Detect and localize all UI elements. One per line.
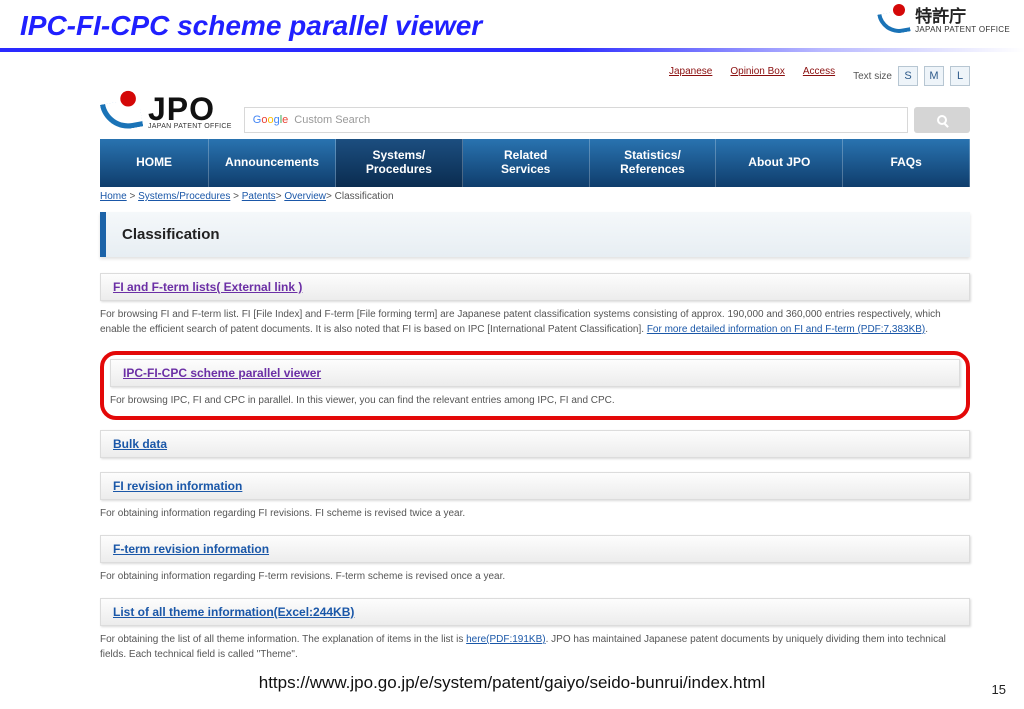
link-access[interactable]: Access [803,66,835,86]
org-name-en: JAPAN PATENT OFFICE [915,26,1010,34]
crumb-overview[interactable]: Overview [284,191,326,202]
slide-title: IPC-FI-CPC scheme parallel viewer [20,10,1024,42]
crumb-home[interactable]: Home [100,191,127,202]
section-fi-fterm-lists: FI and F-term lists( External link ) [100,273,970,301]
link-theme-list[interactable]: List of all theme information(Excel:244K… [113,605,354,619]
nav-related-services[interactable]: Related Services [463,139,590,187]
link-japanese[interactable]: Japanese [669,66,712,86]
link-theme-pdf[interactable]: here(PDF:191KB) [466,634,545,645]
search-input[interactable]: Google Custom Search [244,107,908,133]
desc-theme-list: For obtaining the list of all theme info… [100,632,970,662]
breadcrumb: Home > Systems/Procedures > Patents> Ove… [100,187,970,212]
slide-title-area: IPC-FI-CPC scheme parallel viewer [0,0,1024,42]
nav-faqs[interactable]: FAQs [843,139,970,187]
text-size-label: Text size [853,71,892,82]
search-placeholder: Custom Search [294,114,370,126]
section-parallel-viewer: IPC-FI-CPC scheme parallel viewer [110,359,960,387]
nav-systems-procedures[interactable]: Systems/ Procedures [336,139,463,187]
highlight-box: IPC-FI-CPC scheme parallel viewer For br… [100,351,970,420]
jpo-wordmark: JPO [148,94,232,124]
text-size-control: Text size S M L [853,66,970,86]
nav-home[interactable]: HOME [100,139,209,187]
crumb-systems[interactable]: Systems/Procedures [138,191,230,202]
site-screenshot: Japanese Opinion Box Access Text size S … [100,62,970,662]
link-opinion-box[interactable]: Opinion Box [730,66,784,86]
page-title: Classification [100,212,970,257]
jpo-logo-icon [877,6,907,36]
text-size-m[interactable]: M [924,66,944,86]
jpo-site-logo[interactable]: JPO JAPAN PATENT OFFICE [100,92,232,139]
search-icon [937,115,947,125]
site-utility-bar: Japanese Opinion Box Access Text size S … [100,62,970,92]
page-title-text: Classification [122,226,220,243]
site-header: JPO JAPAN PATENT OFFICE Google Custom Se… [100,92,970,139]
page-number: 15 [992,682,1006,697]
section-fterm-revision: F-term revision information [100,535,970,563]
nav-announcements[interactable]: Announcements [209,139,336,187]
link-parallel-viewer[interactable]: IPC-FI-CPC scheme parallel viewer [123,366,321,380]
nav-statistics-references[interactable]: Statistics/ References [590,139,717,187]
desc-fterm-revision: For obtaining information regarding F-te… [100,569,970,584]
title-underline [0,48,1024,52]
text-size-s[interactable]: S [898,66,918,86]
link-fi-fterm-pdf[interactable]: For more detailed information on FI and … [647,324,925,335]
search-button[interactable] [914,107,970,133]
link-fterm-revision[interactable]: F-term revision information [113,542,269,556]
section-bulk-data: Bulk data [100,430,970,458]
link-fi-revision[interactable]: FI revision information [113,479,242,493]
desc-parallel-viewer: For browsing IPC, FI and CPC in parallel… [110,393,960,408]
desc-fi-fterm: For browsing FI and F-term list. FI [Fil… [100,307,970,337]
search-area: Google Custom Search [244,107,970,139]
jpo-logo-icon [100,93,139,132]
link-fi-fterm-lists[interactable]: FI and F-term lists( External link ) [113,280,302,294]
link-bulk-data[interactable]: Bulk data [113,437,167,451]
footer-url: https://www.jpo.go.jp/e/system/patent/ga… [0,673,1024,693]
crumb-patents[interactable]: Patents [242,191,276,202]
section-fi-revision: FI revision information [100,472,970,500]
jpo-wordmark-sub: JAPAN PATENT OFFICE [148,124,232,131]
desc-fi-revision: For obtaining information regarding FI r… [100,506,970,521]
nav-about-jpo[interactable]: About JPO [716,139,843,187]
main-nav: HOME Announcements Systems/ Procedures R… [100,139,970,187]
crumb-current: Classification [335,191,394,202]
text-size-l[interactable]: L [950,66,970,86]
section-theme-list: List of all theme information(Excel:244K… [100,598,970,626]
jpo-org-logo: 特許庁 JAPAN PATENT OFFICE [877,6,1010,36]
org-name-kanji: 特許庁 [915,8,1010,26]
